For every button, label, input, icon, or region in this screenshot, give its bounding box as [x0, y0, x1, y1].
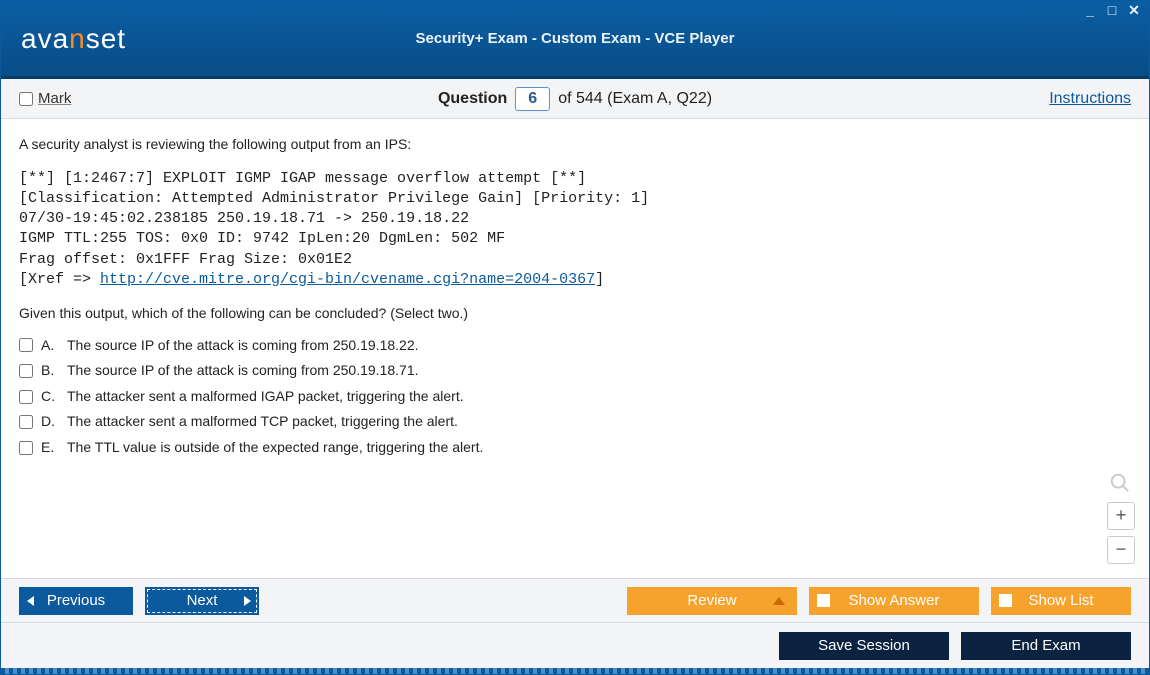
option-letter: E. [41, 438, 59, 458]
mark-checkbox[interactable] [19, 92, 33, 106]
option-e: E. The TTL value is outside of the expec… [19, 438, 1131, 458]
answer-options: A. The source IP of the attack is coming… [19, 336, 1131, 458]
question-intro: A security analyst is reviewing the foll… [19, 135, 1131, 155]
window-controls: _ □ ✕ [1081, 3, 1143, 19]
option-text: The source IP of the attack is coming fr… [67, 336, 419, 356]
bottom-stripe [1, 668, 1149, 674]
next-button[interactable]: Next [145, 587, 259, 615]
option-d: D. The attacker sent a malformed TCP pac… [19, 412, 1131, 432]
instructions-link[interactable]: Instructions [1049, 90, 1131, 108]
magnifier-icon[interactable] [1109, 472, 1133, 496]
ips-output: [**] [1:2467:7] EXPLOIT IGMP IGAP messag… [19, 169, 1131, 291]
chevron-right-icon [244, 596, 251, 606]
chevron-left-icon [27, 596, 34, 606]
option-text: The attacker sent a malformed IGAP packe… [67, 387, 464, 407]
option-d-checkbox[interactable] [19, 415, 33, 429]
option-b: B. The source IP of the attack is coming… [19, 361, 1131, 381]
titlebar: avanset Security+ Exam - Custom Exam - V… [1, 1, 1149, 79]
show-list-button[interactable]: Show List [991, 587, 1131, 615]
question-content: A security analyst is reviewing the foll… [1, 119, 1149, 578]
mark-container: Mark [19, 90, 71, 107]
minimize-button[interactable]: _ [1081, 3, 1099, 19]
question-of-text: of 544 (Exam A, Q22) [558, 90, 712, 108]
option-a: A. The source IP of the attack is coming… [19, 336, 1131, 356]
show-answer-button[interactable]: Show Answer [809, 587, 979, 615]
cve-link[interactable]: http://cve.mitre.org/cgi-bin/cvename.cgi… [100, 271, 595, 288]
option-c-checkbox[interactable] [19, 390, 33, 404]
question-sub: Given this output, which of the followin… [19, 304, 1131, 324]
option-letter: D. [41, 412, 59, 432]
window-title: Security+ Exam - Custom Exam - VCE Playe… [1, 30, 1149, 47]
previous-button[interactable]: Previous [19, 587, 133, 615]
option-text: The attacker sent a malformed TCP packet… [67, 412, 458, 432]
end-exam-button[interactable]: End Exam [961, 632, 1131, 660]
close-button[interactable]: ✕ [1125, 3, 1143, 19]
option-a-checkbox[interactable] [19, 338, 33, 352]
option-b-checkbox[interactable] [19, 364, 33, 378]
app-logo: avanset [21, 23, 126, 55]
nav-bar-primary: Previous Next Review Show Answer Show Li… [1, 578, 1149, 622]
option-e-checkbox[interactable] [19, 441, 33, 455]
option-c: C. The attacker sent a malformed IGAP pa… [19, 387, 1131, 407]
option-letter: C. [41, 387, 59, 407]
question-word: Question [438, 90, 507, 108]
chevron-up-icon [773, 597, 785, 605]
save-session-button[interactable]: Save Session [779, 632, 949, 660]
info-bar: Mark Question 6 of 544 (Exam A, Q22) Ins… [1, 79, 1149, 119]
option-letter: A. [41, 336, 59, 356]
app-window: avanset Security+ Exam - Custom Exam - V… [0, 0, 1150, 675]
zoom-out-button[interactable]: − [1107, 536, 1135, 564]
option-letter: B. [41, 361, 59, 381]
option-text: The TTL value is outside of the expected… [67, 438, 483, 458]
zoom-tools: + − [1107, 472, 1135, 564]
nav-bar-secondary: Save Session End Exam [1, 622, 1149, 668]
show-list-checkbox[interactable] [999, 594, 1012, 607]
review-button[interactable]: Review [627, 587, 797, 615]
show-answer-checkbox[interactable] [817, 594, 830, 607]
question-number[interactable]: 6 [515, 87, 550, 111]
mark-label[interactable]: Mark [38, 90, 71, 107]
zoom-in-button[interactable]: + [1107, 502, 1135, 530]
maximize-button[interactable]: □ [1103, 3, 1121, 19]
option-text: The source IP of the attack is coming fr… [67, 361, 419, 381]
question-indicator: Question 6 of 544 (Exam A, Q22) [438, 87, 712, 111]
